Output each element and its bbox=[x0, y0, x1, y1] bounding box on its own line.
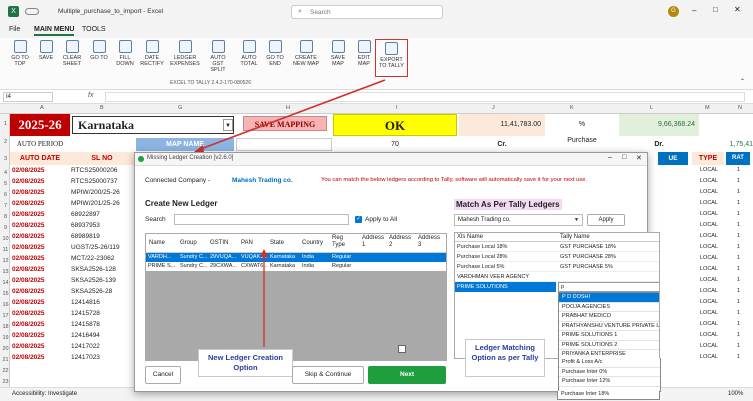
dropdown-item[interactable]: POOJA AGENCIES bbox=[559, 303, 659, 312]
arrow-head bbox=[194, 145, 204, 152]
xls-name: Purchase Local 28% bbox=[457, 254, 508, 260]
dropdown-item[interactable]: P D DOSHI bbox=[559, 293, 659, 303]
tally-dropdown-overflow: Profit & Loss A/c Purchase Inter 0% Purc… bbox=[558, 358, 661, 392]
skip-continue-button[interactable]: Skip & Continue bbox=[292, 366, 364, 384]
xls-name-header[interactable]: Xls Name bbox=[457, 234, 483, 240]
match-grid-header: Xls Name Tally Name bbox=[455, 233, 659, 242]
cancel-button[interactable]: Cancel bbox=[145, 366, 181, 384]
tally-name-input[interactable]: p bbox=[558, 282, 659, 292]
tally-name: GST PURCHASE 5% bbox=[560, 264, 613, 270]
dropdown-item[interactable]: PRIME SOLUTIONS 1 bbox=[559, 331, 659, 341]
tally-name: GST PURCHASE 28% bbox=[560, 254, 616, 260]
arrow-line bbox=[197, 79, 386, 151]
apply-button[interactable]: Apply bbox=[587, 214, 625, 226]
xls-name: VARDHMAN VEER AGENCY bbox=[457, 274, 530, 280]
dropdown-item[interactable]: Purchase Inter 0% bbox=[559, 368, 660, 377]
dropdown-item[interactable]: PRATHYANSHU VENTURE PRIVATE LI bbox=[559, 322, 659, 331]
xls-name: PRIME SOLUTIONS bbox=[455, 282, 556, 292]
dropdown-item[interactable]: PRIME SOLUTIONS 2 bbox=[559, 341, 659, 350]
match-row[interactable]: VARDHMAN VEER AGENCY bbox=[455, 272, 659, 282]
company-select[interactable]: Mahesh Trading co. ▼ bbox=[454, 214, 583, 226]
dropdown-item[interactable]: Purchase Inter 12% bbox=[559, 377, 660, 387]
match-row[interactable]: Purchase Local 28% GST PURCHASE 28% bbox=[455, 252, 659, 262]
arrow-head bbox=[260, 249, 268, 257]
missing-ledger-dialog: Missing Ledger Creation [v2.6.0] – □ ✕ C… bbox=[134, 152, 661, 392]
xls-name: Purchase Local 5% bbox=[457, 264, 505, 270]
tally-name: GST PURCHASE 18% bbox=[560, 244, 616, 250]
match-row[interactable]: PRIME SOLUTIONS p bbox=[455, 282, 659, 292]
dropdown-item[interactable]: PRABHAT MEDICO bbox=[559, 312, 659, 322]
match-row[interactable]: Purchase Local 18% GST PURCHASE 18% bbox=[455, 242, 659, 252]
tally-dropdown: P D DOSHI POOJA AGENCIES PRABHAT MEDICO … bbox=[558, 292, 659, 358]
dropdown-item[interactable]: Purchase Inter 18% bbox=[558, 391, 659, 399]
next-button[interactable]: Next bbox=[368, 366, 446, 384]
dropdown-item[interactable]: Profit & Loss A/c bbox=[559, 358, 660, 368]
match-row[interactable]: Purchase Local 5% GST PURCHASE 5% bbox=[455, 262, 659, 272]
ledger-matching-callout: Ledger Matching Option as per Tally bbox=[465, 339, 545, 377]
xls-name: Purchase Local 18% bbox=[457, 244, 508, 250]
company-select-value: Mahesh Trading co. bbox=[458, 217, 511, 223]
tally-name-header[interactable]: Tally Name bbox=[560, 234, 590, 240]
chevron-down-icon: ▼ bbox=[574, 217, 579, 223]
match-title: Match As Per Tally Ledgers bbox=[454, 199, 562, 210]
tally-dropdown-tail: Purchase Inter 18% bbox=[557, 391, 660, 400]
